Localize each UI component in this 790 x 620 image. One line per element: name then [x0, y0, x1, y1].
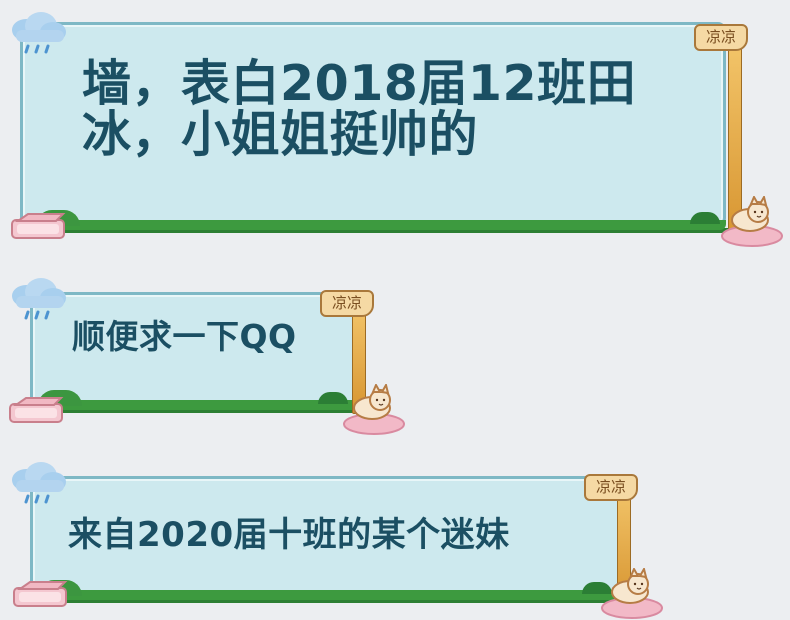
message-text-1: 墙，表白2018届12班田冰，小姐姐挺帅的	[82, 55, 637, 164]
signpost-label-2: 凉凉	[320, 290, 374, 317]
grass-hill-right-1	[690, 212, 720, 224]
cat-on-cushion-icon	[721, 196, 783, 247]
signpost-label-1: 凉凉	[694, 24, 748, 51]
blanket-icon	[11, 213, 66, 239]
blanket-icon	[13, 581, 68, 607]
chat-screen: 墙，表白2018届12班田冰，小姐姐挺帅的 凉凉 顺便求一下QQ 凉凉 来自20…	[0, 0, 790, 620]
blanket-icon	[9, 397, 64, 423]
cat-on-cushion-icon	[343, 384, 405, 435]
rain-cloud-icon	[12, 462, 66, 504]
cat-on-cushion-icon	[601, 568, 663, 619]
message-text-3: 来自2020届十班的某个迷妹	[68, 515, 510, 555]
rain-cloud-icon	[12, 278, 66, 320]
message-text-2: 顺便求一下QQ	[72, 317, 297, 356]
signpost-label-3: 凉凉	[584, 474, 638, 501]
rain-cloud-icon	[12, 12, 66, 54]
